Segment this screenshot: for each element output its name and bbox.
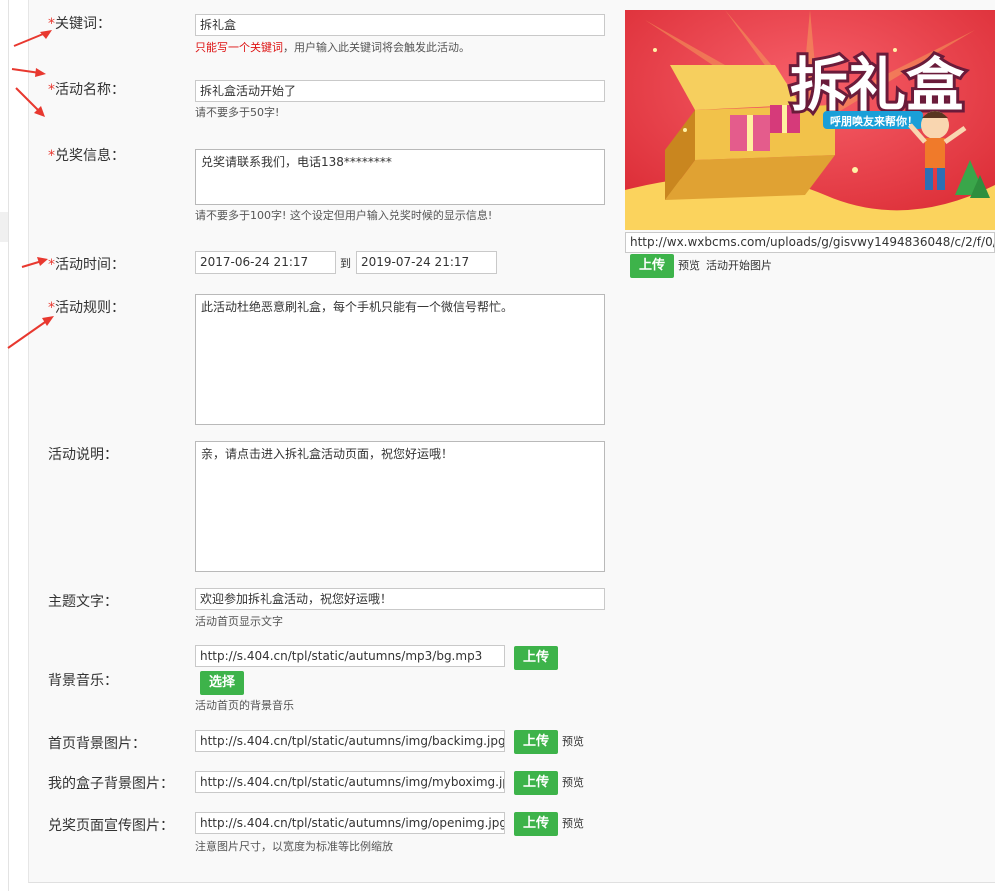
keyword-input[interactable]: 拆礼盒 — [195, 14, 605, 36]
theme-text-input[interactable]: 欢迎参加拆礼盒活动，祝您好运哦！ — [195, 588, 605, 610]
home-bg-label: 首页背景图片： — [48, 736, 146, 752]
start-image-upload-button[interactable]: 上传 — [630, 254, 674, 278]
start-time-input[interactable]: 2017-06-24 21:17 — [195, 251, 336, 274]
start-image-caption: 活动开始图片 — [706, 259, 772, 272]
sidebar-marker — [0, 212, 8, 242]
activity-start-image: 拆礼盒 呼朋唤友来帮你！ — [625, 10, 995, 230]
bg-music-choose-button[interactable]: 选择 — [200, 671, 244, 695]
box-bg-label: 我的盒子背景图片： — [48, 776, 174, 792]
prize-info-textarea[interactable]: 兑奖请联系我们，电话138******** — [195, 149, 605, 205]
home-bg-preview-link[interactable]: 预览 — [562, 733, 584, 749]
annotation-arrow-icon — [7, 316, 54, 349]
start-image-url-input[interactable]: http://wx.wxbcms.com/uploads/g/gisvwy149… — [625, 232, 995, 253]
annotation-arrow-icon — [15, 87, 45, 117]
annotation-arrow-icon — [21, 257, 48, 268]
bg-music-input[interactable]: http://s.404.cn/tpl/static/autumns/mp3/b… — [195, 645, 505, 667]
box-bg-upload-button[interactable]: 上传 — [514, 771, 558, 795]
annotation-arrow-icon — [11, 68, 46, 77]
time-separator: 到 — [340, 257, 351, 270]
home-bg-upload-button[interactable]: 上传 — [514, 730, 558, 754]
activity-desc-label: 活动说明： — [48, 447, 118, 463]
activity-name-input[interactable]: 拆礼盒活动开始了 — [195, 80, 605, 102]
prize-info-label: *兑奖信息： — [48, 148, 125, 164]
activity-name-label: *活动名称： — [48, 82, 125, 98]
theme-text-hint: 活动首页显示文字 — [195, 615, 283, 628]
prize-info-hint: 请不要多于100字! 这个设定但用户输入兑奖时候的显示信息! — [195, 209, 493, 222]
activity-time-label: *活动时间： — [48, 257, 125, 273]
activity-desc-textarea[interactable]: 亲，请点击进入拆礼盒活动页面，祝您好运哦！ — [195, 441, 605, 572]
left-sidebar-strip — [0, 0, 9, 891]
home-bg-input[interactable]: http://s.404.cn/tpl/static/autumns/img/b… — [195, 730, 505, 752]
activity-rules-label: *活动规则： — [48, 300, 125, 316]
start-image-preview-link[interactable]: 预览 — [678, 257, 700, 273]
promo-image-input[interactable]: http://s.404.cn/tpl/static/autumns/img/o… — [195, 812, 505, 834]
box-bg-preview-link[interactable]: 预览 — [562, 774, 584, 790]
promo-image-label: 兑奖页面宣传图片： — [48, 818, 174, 834]
promo-image-hint: 注意图片尺寸，以宽度为标准等比例缩放 — [195, 840, 393, 853]
theme-text-label: 主题文字： — [48, 594, 118, 610]
banner-title: 拆礼盒 — [790, 51, 965, 119]
gift-box-banner-illustration: 拆礼盒 呼朋唤友来帮你！ — [625, 10, 995, 230]
banner-slogan: 呼朋唤友来帮你！ — [830, 114, 918, 128]
keyword-label: *关键词： — [48, 16, 111, 32]
end-time-input[interactable]: 2019-07-24 21:17 — [356, 251, 497, 274]
bg-music-label: 背景音乐： — [48, 673, 118, 689]
activity-rules-textarea[interactable]: 此活动杜绝恶意刷礼盒，每个手机只能有一个微信号帮忙。 — [195, 294, 605, 425]
bg-music-upload-button[interactable]: 上传 — [514, 646, 558, 670]
box-bg-input[interactable]: http://s.404.cn/tpl/static/autumns/img/m… — [195, 771, 505, 793]
promo-image-upload-button[interactable]: 上传 — [514, 812, 558, 836]
activity-name-hint: 请不要多于50字! — [195, 106, 280, 119]
promo-image-preview-link[interactable]: 预览 — [562, 815, 584, 831]
bg-music-hint: 活动首页的背景音乐 — [195, 699, 294, 712]
keyword-hint: 只能写一个关键词，用户输入此关键词将会触发此活动。 — [195, 41, 470, 54]
